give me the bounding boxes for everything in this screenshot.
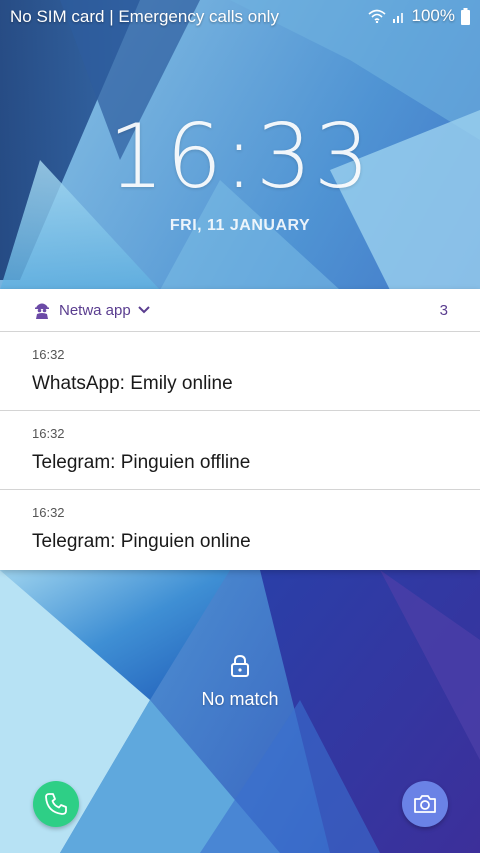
status-icons: 100% [367, 6, 470, 26]
status-bar: No SIM card | Emergency calls only 100% [0, 0, 480, 34]
battery-icon [461, 7, 470, 25]
camera-shortcut-button[interactable] [402, 781, 448, 827]
notification-time: 16:32 [32, 505, 65, 520]
unlock-area[interactable]: No match [0, 655, 480, 710]
notification-text: Telegram: Pinguien offline [32, 452, 251, 473]
notification-time: 16:32 [32, 347, 65, 362]
notification-item[interactable]: 16:32 Telegram: Pinguien offline [0, 411, 480, 490]
notification-group-header[interactable]: Netwa app 3 [0, 289, 480, 332]
lock-icon [231, 655, 249, 677]
notification-app-name: Netwa app [59, 302, 131, 319]
notification-time: 16:32 [32, 426, 65, 441]
carrier-status-text: No SIM card | Emergency calls only [10, 7, 279, 26]
wifi-icon [367, 9, 386, 23]
notification-item[interactable]: 16:32 WhatsApp: Emily online [0, 332, 480, 411]
phone-icon [45, 793, 67, 815]
chevron-down-icon[interactable] [138, 306, 150, 314]
notification-group[interactable]: Netwa app 3 16:32 WhatsApp: Emily online… [0, 289, 480, 570]
notification-item[interactable]: 16:32 Telegram: Pinguien online [0, 490, 480, 570]
camera-icon [414, 795, 436, 813]
notification-text: Telegram: Pinguien online [32, 531, 251, 552]
signal-icon [392, 13, 403, 23]
notification-text: WhatsApp: Emily online [32, 373, 233, 394]
unlock-status-text: No match [201, 689, 279, 709]
battery-percentage: 100% [411, 6, 455, 25]
phone-shortcut-button[interactable] [33, 781, 79, 827]
lockscreen-clock: 16:33 [108, 105, 372, 208]
spy-app-icon [35, 303, 49, 319]
lockscreen-date: FRI, 11 JANUARY [169, 217, 311, 234]
notification-count: 3 [439, 302, 448, 319]
